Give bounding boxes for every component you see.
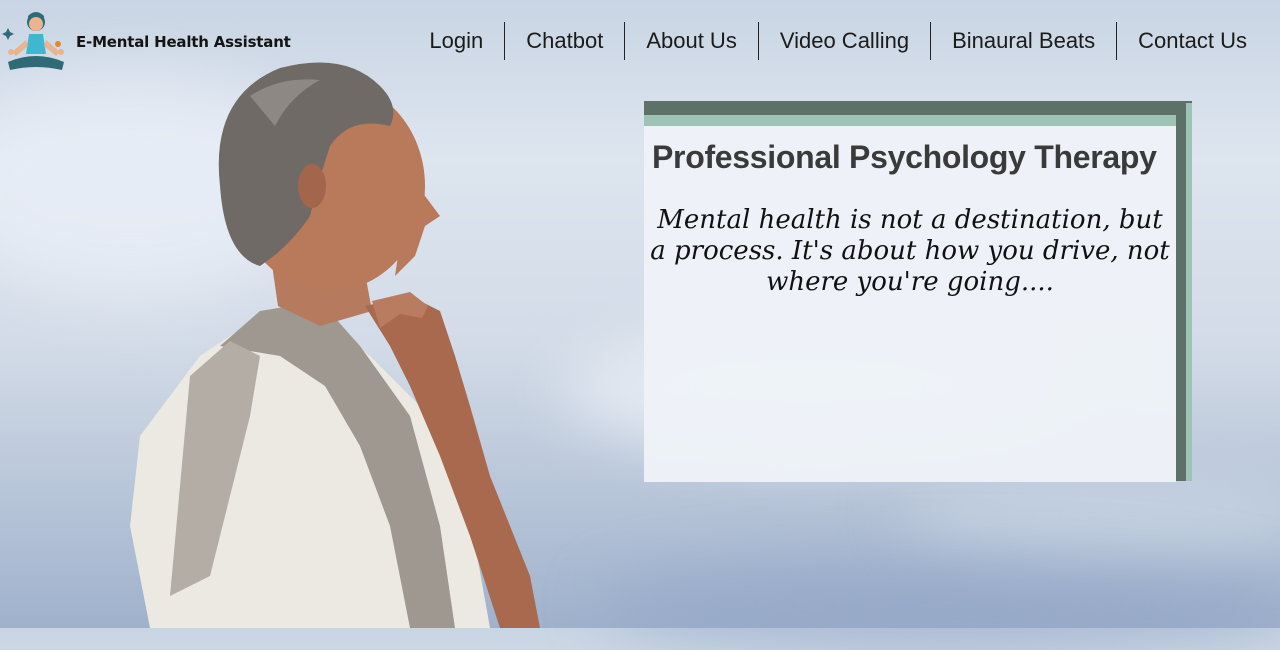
card-frame-right: [1176, 115, 1186, 481]
meditation-logo-icon[interactable]: [0, 6, 70, 78]
hero-quote: Mental health is not a destination, but …: [650, 205, 1170, 297]
hero-title: Professional Psychology Therapy: [652, 139, 1157, 175]
nav-about-us[interactable]: About Us: [624, 22, 758, 60]
main-nav: Login Chatbot About Us Video Calling Bin…: [408, 22, 1268, 60]
card-frame-top: [644, 101, 1192, 115]
card-body: [644, 126, 1176, 482]
nav-binaural-beats[interactable]: Binaural Beats: [930, 22, 1116, 60]
nav-chatbot[interactable]: Chatbot: [504, 22, 624, 60]
card-frame-top-accent: [644, 115, 1176, 126]
hero-card: Professional Psychology Therapy Mental h…: [644, 101, 1194, 483]
hero-woman-image: [130, 62, 540, 628]
brand-name: E-Mental Health Assistant: [76, 33, 291, 51]
site-header: E-Mental Health Assistant Login Chatbot …: [0, 0, 1280, 86]
nav-login[interactable]: Login: [408, 22, 504, 60]
nav-video-calling[interactable]: Video Calling: [757, 22, 930, 60]
card-frame-right-accent: [1186, 103, 1192, 481]
nav-contact-us[interactable]: Contact Us: [1116, 22, 1268, 60]
